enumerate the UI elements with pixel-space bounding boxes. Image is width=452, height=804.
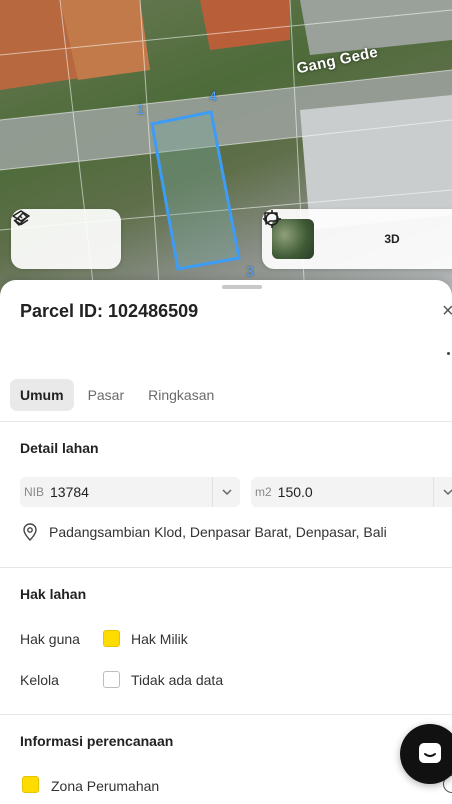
chat-button[interactable] xyxy=(400,724,452,784)
divider xyxy=(0,421,452,422)
section-title-planning: Informasi perencanaan xyxy=(20,733,174,749)
kelola-value: Tidak ada data xyxy=(131,672,224,688)
address-text: Padangsambian Klod, Denpasar Barat, Denp… xyxy=(49,524,387,540)
chevron-down-icon[interactable] xyxy=(433,477,452,507)
zone-label: Zona Perumahan xyxy=(51,778,160,794)
area-prefix: m2 xyxy=(255,485,272,499)
parcel-title: Parcel ID: 102486509 xyxy=(20,301,199,321)
nib-prefix: NIB xyxy=(24,485,45,499)
vertex-label: 1 xyxy=(137,101,145,117)
more-options-icon[interactable] xyxy=(447,352,450,355)
tab-ringkasan[interactable]: Ringkasan xyxy=(138,379,224,411)
sheet-drag-handle[interactable] xyxy=(222,285,262,289)
feedback-button[interactable] xyxy=(264,212,452,253)
parcel-detail-sheet: Parcel ID: 102486509 × Umum Pasar Ringka… xyxy=(0,280,452,804)
measure-button[interactable] xyxy=(14,212,103,253)
address-row: Padangsambian Klod, Denpasar Barat, Denp… xyxy=(22,523,387,541)
map-tools-panel xyxy=(11,209,121,269)
locate-button[interactable] xyxy=(263,210,360,253)
chat-icon xyxy=(419,743,441,763)
layers-button[interactable] xyxy=(12,210,57,253)
kelola-color-swatch xyxy=(103,671,120,688)
map-view[interactable]: Gang Gede 1 4 3 3D xyxy=(0,0,452,300)
measure-icon xyxy=(14,212,28,226)
tab-pasar[interactable]: Pasar xyxy=(78,379,135,411)
vertex-label: 3 xyxy=(246,263,254,279)
zone-color-swatch xyxy=(22,776,39,793)
tab-bar: Umum Pasar Ringkasan xyxy=(10,379,224,411)
hak-guna-value: Hak Milik xyxy=(131,631,188,647)
kelola-label: Kelola xyxy=(20,672,59,688)
rooftop xyxy=(200,0,290,50)
tab-umum[interactable]: Umum xyxy=(10,379,74,411)
divider xyxy=(0,714,452,715)
hak-guna-color-swatch xyxy=(103,630,120,647)
map-view-panel: 3D xyxy=(262,209,452,269)
area-select[interactable]: m2 150.0 xyxy=(251,477,452,507)
hak-guna-label: Hak guna xyxy=(20,631,80,647)
section-title-hak: Hak lahan xyxy=(20,586,87,602)
chevron-down-icon[interactable] xyxy=(212,477,240,507)
feedback-icon xyxy=(264,212,278,225)
area-value: 150.0 xyxy=(277,484,313,500)
nib-select[interactable]: NIB 13784 xyxy=(20,477,240,507)
nib-value: 13784 xyxy=(50,484,89,500)
section-title-detail: Detail lahan xyxy=(20,440,99,456)
divider xyxy=(0,567,452,568)
location-pin-icon xyxy=(23,523,37,541)
vertex-label: 4 xyxy=(209,88,217,104)
3d-toggle-button[interactable]: 3D xyxy=(378,225,406,253)
close-button[interactable]: × xyxy=(442,300,452,323)
